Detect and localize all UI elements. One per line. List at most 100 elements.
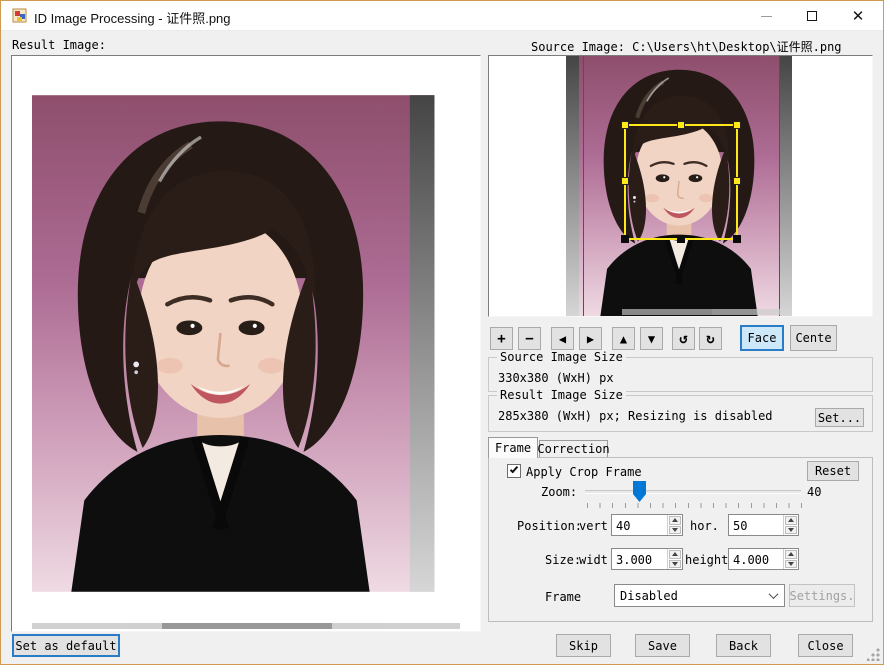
result-image	[32, 56, 460, 631]
apply-crop-checkbox[interactable]	[507, 464, 521, 478]
spin-up-icon[interactable]	[669, 516, 681, 525]
frame-settings-button[interactable]: Settings.	[789, 584, 855, 607]
source-image-path-label: Source Image: C:\Users\ht\Desktop\证件照.pn…	[531, 38, 842, 55]
zoom-in-button[interactable]: +	[490, 327, 513, 350]
minus-icon: −	[525, 332, 533, 346]
spin-up-icon[interactable]	[785, 516, 797, 525]
vert-spin-buttons	[667, 515, 682, 535]
crop-guide-left	[583, 56, 584, 316]
crop-handle[interactable]	[621, 235, 629, 243]
zoom-slider-ticks	[587, 503, 802, 508]
source-size-title: Source Image Size	[497, 350, 626, 364]
crop-handle[interactable]	[621, 121, 629, 129]
result-hscrollbar[interactable]	[32, 623, 460, 629]
face-button[interactable]: Face	[740, 325, 784, 351]
maximize-button[interactable]	[789, 1, 835, 31]
width-spin-buttons	[667, 549, 682, 569]
reset-button[interactable]: Reset	[807, 461, 859, 481]
arrow-down-icon: ▼	[648, 333, 655, 345]
spin-down-icon[interactable]	[669, 560, 681, 569]
apply-crop-label: Apply Crop Frame	[526, 465, 642, 479]
title-bar[interactable]: ID Image Processing - 证件照.png ✕	[1, 1, 883, 31]
spin-up-icon[interactable]	[669, 550, 681, 559]
set-as-default-button[interactable]: Set as default	[12, 634, 120, 657]
rotate-ccw-button[interactable]: ↺	[672, 327, 695, 350]
crop-handle[interactable]	[733, 121, 741, 129]
hor-label: hor.	[690, 519, 719, 533]
crop-handle[interactable]	[621, 177, 629, 185]
width-input[interactable]	[612, 549, 667, 569]
center-button[interactable]: Cente	[790, 325, 837, 351]
height-stepper	[728, 548, 799, 570]
crop-handle[interactable]	[733, 177, 741, 185]
result-size-value: 285x380 (WxH) px; Resizing is disabled	[498, 409, 773, 423]
hor-spin-buttons	[783, 515, 798, 535]
zoom-slider-track[interactable]	[585, 490, 801, 494]
spin-up-icon[interactable]	[785, 550, 797, 559]
source-hscrollbar[interactable]	[622, 309, 780, 315]
maximize-icon	[807, 11, 817, 21]
zoom-out-button[interactable]: −	[518, 327, 541, 350]
set-size-button[interactable]: Set...	[815, 408, 864, 427]
rotate-cw-button[interactable]: ↻	[699, 327, 722, 350]
hor-stepper	[728, 514, 799, 536]
arrow-up-icon: ▲	[620, 333, 627, 345]
crop-guide-right	[779, 56, 780, 316]
height-label: height	[685, 553, 728, 567]
result-size-title: Result Image Size	[497, 388, 626, 402]
width-label: widt	[579, 553, 608, 567]
close-button[interactable]: ✕	[835, 1, 881, 31]
resize-grip-icon[interactable]	[867, 648, 880, 661]
position-label: Position:	[517, 519, 582, 533]
zoom-value: 40	[807, 485, 821, 499]
close-icon: ✕	[852, 9, 865, 24]
result-size-group: Result Image Size 285x380 (WxH) px; Resi…	[488, 395, 873, 432]
result-image-label: Result Image:	[12, 38, 106, 52]
arrow-right-icon: ▶	[587, 333, 594, 345]
crop-handle[interactable]	[733, 235, 741, 243]
rotate-ccw-icon: ↺	[679, 332, 687, 346]
tab-correction[interactable]: Correction	[539, 440, 608, 458]
hor-input[interactable]	[729, 515, 783, 535]
crop-handle[interactable]	[677, 235, 685, 243]
check-icon	[510, 465, 518, 474]
scrollbar-thumb[interactable]	[622, 309, 712, 315]
vert-label: vert	[579, 519, 608, 533]
close-dialog-button[interactable]: Close	[798, 634, 853, 657]
spin-down-icon[interactable]	[669, 526, 681, 535]
app-window: ID Image Processing - 证件照.png ✕ Result I…	[0, 0, 884, 665]
back-button[interactable]: Back	[716, 634, 771, 657]
app-icon	[12, 8, 28, 24]
vert-input[interactable]	[612, 515, 667, 535]
result-image-panel	[11, 55, 481, 632]
move-down-button[interactable]: ▼	[640, 327, 663, 350]
frame-dropdown[interactable]: Disabled	[614, 584, 785, 607]
window-title: ID Image Processing - 证件照.png	[34, 8, 231, 27]
frame-dropdown-value: Disabled	[615, 589, 762, 603]
height-input[interactable]	[729, 549, 783, 569]
move-left-button[interactable]: ◀	[551, 327, 574, 350]
height-spin-buttons	[783, 549, 798, 569]
minimize-button[interactable]	[743, 1, 789, 31]
width-stepper	[611, 548, 683, 570]
source-size-value: 330x380 (WxH) px	[498, 371, 614, 385]
source-size-group: Source Image Size 330x380 (WxH) px	[488, 357, 873, 392]
size-label: Size:	[545, 553, 581, 567]
move-up-button[interactable]: ▲	[612, 327, 635, 350]
move-right-button[interactable]: ▶	[579, 327, 602, 350]
rotate-cw-icon: ↻	[706, 332, 714, 346]
zoom-label: Zoom:	[541, 485, 577, 499]
face-crop-frame[interactable]	[624, 124, 738, 240]
vert-stepper	[611, 514, 683, 536]
scrollbar-thumb[interactable]	[162, 623, 332, 629]
crop-handle[interactable]	[677, 121, 685, 129]
spin-down-icon[interactable]	[785, 560, 797, 569]
skip-button[interactable]: Skip	[556, 634, 611, 657]
minimize-icon	[761, 16, 772, 17]
source-image-panel	[488, 55, 873, 317]
arrow-left-icon: ◀	[559, 333, 566, 345]
spin-down-icon[interactable]	[785, 526, 797, 535]
chevron-down-icon	[762, 592, 784, 599]
tab-frame[interactable]: Frame	[488, 437, 538, 458]
save-button[interactable]: Save	[635, 634, 690, 657]
